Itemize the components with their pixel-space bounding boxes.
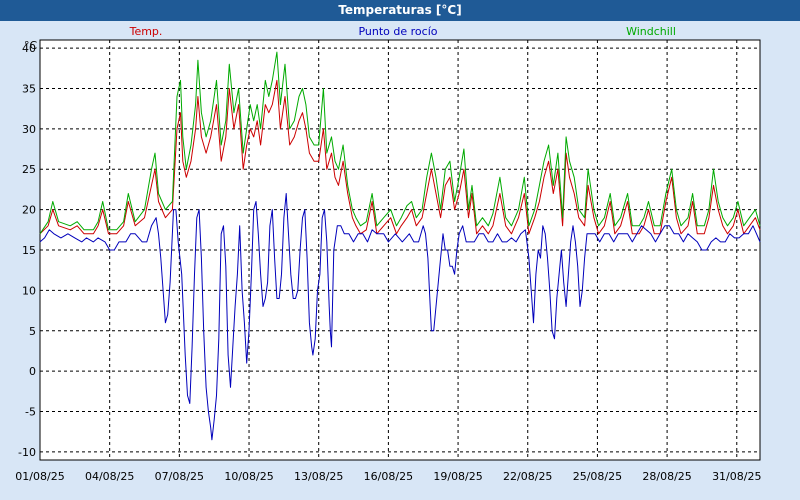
x-tick-label: 19/08/25 bbox=[433, 470, 482, 483]
x-tick-label: 22/08/25 bbox=[503, 470, 552, 483]
x-tick-label: 07/08/25 bbox=[155, 470, 204, 483]
y-tick-label: -5 bbox=[25, 406, 36, 419]
y-tick-label: 20 bbox=[22, 204, 36, 217]
y-tick-label: 30 bbox=[22, 123, 36, 136]
y-tick-label: 25 bbox=[22, 163, 36, 176]
x-tick-label: 10/08/25 bbox=[224, 470, 273, 483]
x-tick-label: 01/08/25 bbox=[15, 470, 64, 483]
legend-entry-1: Punto de rocío bbox=[358, 25, 437, 38]
y-tick-label: 0 bbox=[29, 365, 36, 378]
legend-entry-2: Windchill bbox=[626, 25, 676, 38]
x-tick-label: 04/08/25 bbox=[85, 470, 134, 483]
y-tick-label: -10 bbox=[18, 446, 36, 459]
temperature-chart: -10-5051015202530354001/08/25 04/08/25 07/… bbox=[15, 25, 761, 483]
y-tick-label: 5 bbox=[29, 325, 36, 338]
legend-entry-0: Temp. bbox=[129, 25, 163, 38]
y-axis-unit-label: °C bbox=[24, 39, 38, 52]
y-tick-label: 10 bbox=[22, 284, 36, 297]
legend: Temp. Punto de rocío Windchill bbox=[129, 25, 676, 38]
y-tick-label: 35 bbox=[22, 82, 36, 95]
x-tick-label: 28/08/25 bbox=[642, 470, 691, 483]
x-tick-label: 16/08/25 bbox=[364, 470, 413, 483]
x-tick-label: 31/08/25 bbox=[712, 470, 761, 483]
y-tick-label: 15 bbox=[22, 244, 36, 257]
x-tick-label: 25/08/25 bbox=[573, 470, 622, 483]
x-tick-label: 13/08/25 bbox=[294, 470, 343, 483]
